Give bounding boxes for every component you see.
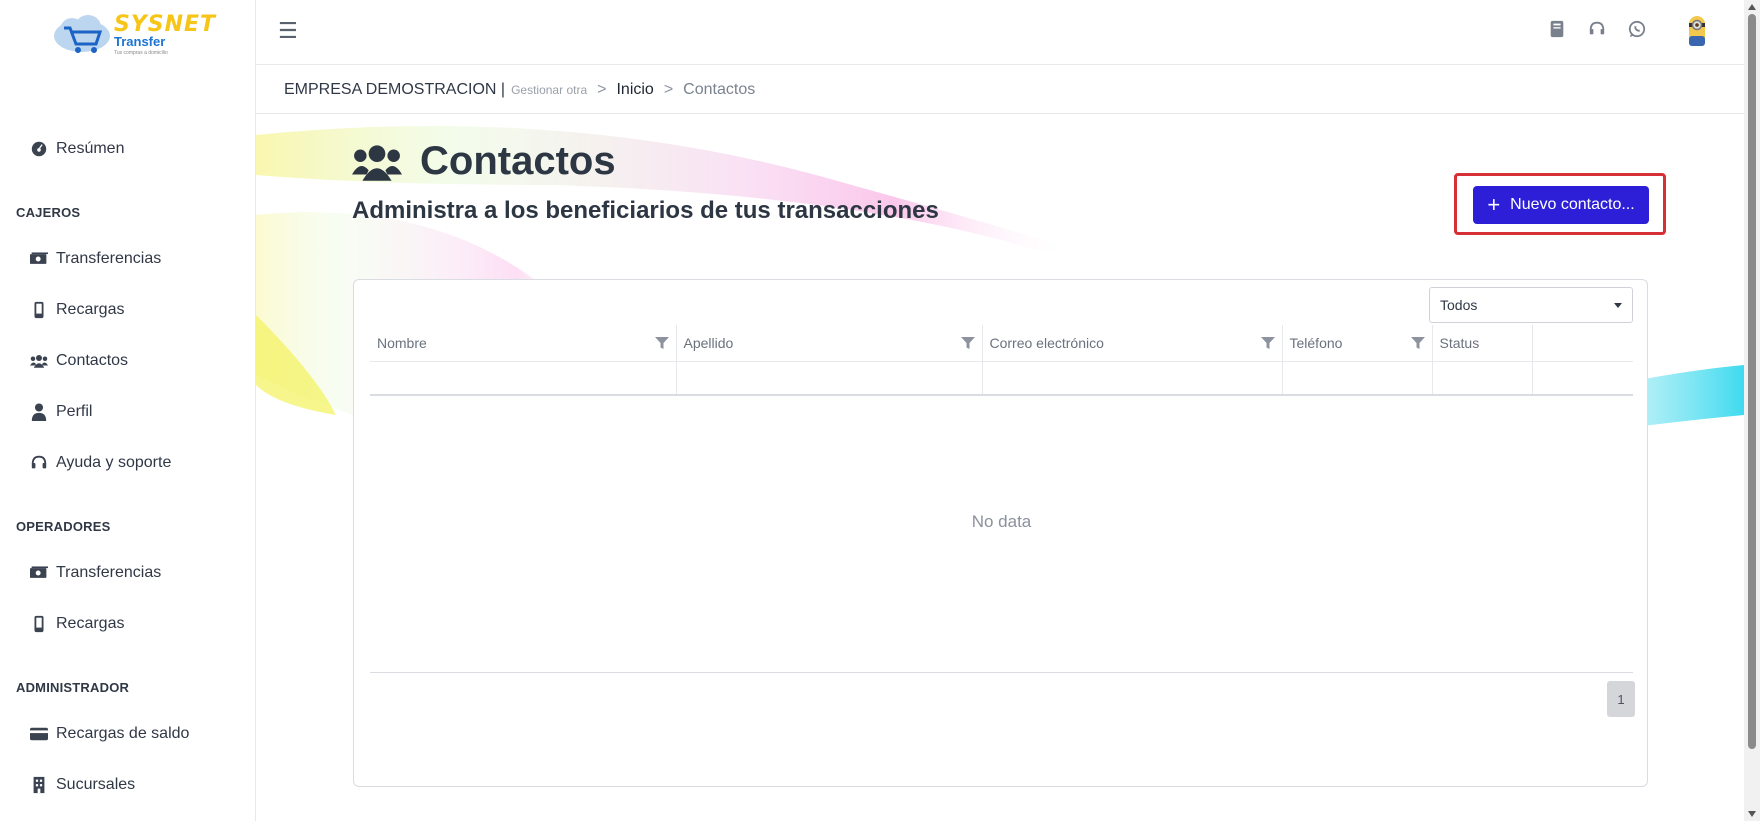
column-header-apellido: Apellido	[676, 325, 983, 362]
sidebar-item-operadores-transferencias[interactable]: Transferencias	[30, 560, 161, 586]
topbar: ☰	[256, 0, 1744, 65]
sidebar-item-cajeros-perfil[interactable]: Perfil	[30, 399, 92, 425]
user-icon	[31, 403, 47, 421]
headset-icon[interactable]	[1588, 20, 1606, 38]
scroll-down-arrow[interactable]	[1748, 811, 1756, 817]
credit-card-icon	[30, 727, 48, 741]
column-header-correo: Correo electrónico	[982, 325, 1283, 362]
building-icon	[33, 776, 45, 794]
filter-cell[interactable]	[370, 361, 677, 396]
whatsapp-icon[interactable]	[1628, 20, 1646, 38]
sidebar-item-sucursales[interactable]: Sucursales	[30, 772, 135, 798]
filter-icon[interactable]	[960, 336, 975, 350]
column-label: Teléfono	[1289, 334, 1343, 351]
breadcrumb-separator: >	[663, 80, 674, 98]
contacts-table: Nombre Apellido Correo electrónico Teléf…	[370, 325, 1633, 396]
filter-icon[interactable]	[1410, 336, 1425, 350]
logo-product: Transfer	[114, 34, 166, 49]
sidebar-item-label: Resúmen	[56, 140, 125, 157]
new-contact-button[interactable]: + Nuevo contacto...	[1473, 186, 1649, 224]
manage-other-link[interactable]: Gestionar otra	[511, 83, 587, 97]
sidebar: SYSNET Transfer Tus compras a domicilio …	[0, 0, 256, 821]
sidebar-item-label: Contactos	[56, 352, 129, 369]
mobile-icon	[34, 301, 44, 319]
sidebar-item-operadores-recargas[interactable]: Recargas	[30, 611, 124, 637]
page-header: Contactos	[352, 139, 616, 184]
logo-tagline: Tus compras a domicilio	[114, 50, 168, 56]
sidebar-item-label: Recargas	[56, 301, 125, 318]
column-header-status: Status	[1432, 325, 1533, 362]
column-label: Status	[1439, 334, 1480, 351]
sidebar-item-recargas-saldo[interactable]: Recargas de saldo	[30, 721, 189, 747]
plus-icon: +	[1487, 192, 1501, 217]
app-root: SYSNET Transfer Tus compras a domicilio …	[0, 0, 1760, 821]
sidebar-item-label: Perfil	[56, 403, 93, 420]
breadcrumb-company: EMPRESA DEMOSTRACION |	[284, 80, 506, 98]
pagination-page-button[interactable]: 1	[1607, 681, 1635, 717]
filter-cell[interactable]	[1432, 361, 1533, 396]
sidebar-item-label: Transferencias	[56, 564, 162, 581]
vertical-scrollbar[interactable]	[1744, 0, 1760, 821]
filter-icon[interactable]	[654, 336, 669, 350]
main-content: Contactos Administra a los beneficiarios…	[256, 115, 1744, 821]
new-contact-label: Nuevo contacto...	[1510, 196, 1635, 213]
users-icon	[30, 355, 48, 368]
page-title: Contactos	[420, 139, 616, 183]
users-icon	[352, 144, 402, 181]
logo[interactable]: SYSNET Transfer Tus compras a domicilio	[52, 12, 215, 60]
column-label: Nombre	[377, 334, 427, 351]
avatar[interactable]	[1686, 14, 1708, 48]
cart-cloud-icon	[54, 15, 110, 53]
contacts-table-card: Todos Nombre Apellido Correo electrónico…	[353, 279, 1648, 787]
chevron-down-icon	[1614, 302, 1622, 308]
column-header-actions	[1532, 325, 1633, 362]
sidebar-item-cajeros-recargas[interactable]: Recargas	[30, 297, 124, 323]
headset-icon	[31, 455, 47, 469]
sidebar-item-label: Recargas	[56, 615, 125, 632]
scrollbar-thumb[interactable]	[1748, 14, 1756, 749]
status-filter-select[interactable]: Todos	[1429, 287, 1633, 323]
filter-cell	[1532, 361, 1633, 396]
section-title-cajeros: CAJEROS	[16, 205, 81, 220]
column-label: Apellido	[683, 334, 734, 351]
column-header-telefono: Teléfono	[1282, 325, 1433, 362]
breadcrumb-current: Contactos	[683, 80, 756, 98]
section-title-administrador: ADMINISTRADOR	[16, 680, 130, 695]
breadcrumb-separator: >	[597, 80, 607, 98]
money-icon	[30, 252, 48, 264]
filter-cell[interactable]	[982, 361, 1283, 396]
sidebar-item-label: Sucursales	[56, 776, 136, 793]
sidebar-item-resumen[interactable]: Resúmen	[30, 136, 124, 162]
filter-cell[interactable]	[676, 361, 983, 396]
breadcrumb-home-link[interactable]: Inicio	[616, 81, 653, 99]
filter-cell[interactable]	[1282, 361, 1433, 396]
money-icon	[30, 566, 48, 578]
page-subtitle: Administra a los beneficiarios de tus tr…	[352, 197, 939, 224]
column-header-nombre: Nombre	[370, 325, 677, 362]
sidebar-item-cajeros-contactos[interactable]: Contactos	[30, 348, 128, 374]
mobile-icon	[34, 615, 44, 633]
dashboard-icon	[31, 141, 47, 157]
hamburger-icon[interactable]: ☰	[278, 18, 298, 44]
sidebar-item-label: Transferencias	[56, 250, 162, 267]
sidebar-item-cajeros-ayuda[interactable]: Ayuda y soporte	[30, 450, 171, 476]
breadcrumb: EMPRESA DEMOSTRACION | Gestionar otra > …	[256, 66, 1744, 114]
status-filter-value: Todos	[1440, 297, 1478, 313]
topbar-actions	[1548, 20, 1646, 38]
empty-state-text: No data	[971, 512, 1032, 531]
book-icon[interactable]	[1548, 20, 1566, 38]
table-footer-divider	[370, 672, 1633, 673]
sidebar-item-cajeros-transferencias[interactable]: Transferencias	[30, 246, 161, 272]
sidebar-item-label: Ayuda y soporte	[56, 454, 172, 471]
scroll-up-arrow[interactable]	[1748, 4, 1756, 10]
section-title-operadores: OPERADORES	[16, 519, 111, 534]
column-label: Correo electrónico	[989, 334, 1104, 351]
sidebar-item-label: Recargas de saldo	[56, 725, 190, 742]
filter-icon[interactable]	[1260, 336, 1275, 350]
filter-row	[370, 361, 1633, 396]
